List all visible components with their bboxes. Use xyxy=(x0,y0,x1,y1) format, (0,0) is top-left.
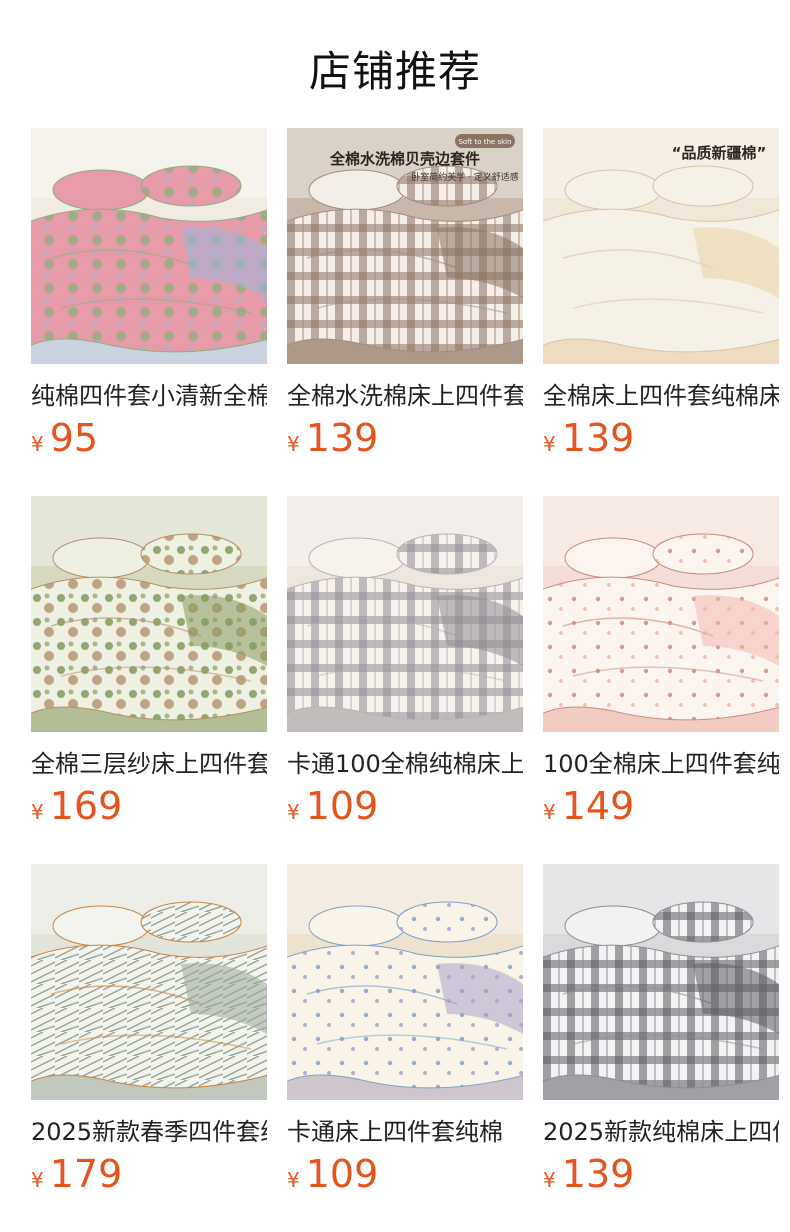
bedding-photo xyxy=(31,128,267,364)
product-image[interactable] xyxy=(31,864,267,1100)
product-price: 139 xyxy=(561,1152,635,1196)
product-price: 179 xyxy=(49,1152,123,1196)
product-card[interactable]: 全棉水洗棉贝壳边套件卧室简约美学 · 定义舒适感 Soft to the skin… xyxy=(287,128,523,468)
product-name[interactable]: 2025新款纯棉床上四件 xyxy=(543,1114,779,1150)
product-card[interactable]: “品质新疆棉” 全棉床上四件套纯棉床 ¥139 xyxy=(543,128,779,468)
product-name[interactable]: 100全棉床上四件套纯 xyxy=(543,746,779,782)
currency-symbol: ¥ xyxy=(287,432,300,456)
image-tag-text: Soft to the skin xyxy=(458,138,511,146)
image-banner-text: 全棉水洗棉贝壳边套件 xyxy=(329,150,480,168)
price-row: ¥139 xyxy=(287,414,378,462)
product-card[interactable]: 卡通100全棉纯棉床上 ¥109 xyxy=(287,496,523,836)
product-card[interactable]: 卡通床上四件套纯棉 ¥109 xyxy=(287,864,523,1204)
product-price: 169 xyxy=(49,784,123,828)
bedding-photo xyxy=(31,496,267,732)
price-row: ¥95 xyxy=(31,414,98,462)
product-grid: 纯棉四件套小清新全棉 ¥95 全棉水洗棉贝壳边套件卧室简约美学 · 定义舒适感 S… xyxy=(0,0,790,1232)
product-image[interactable] xyxy=(543,864,779,1100)
product-card[interactable]: 100全棉床上四件套纯 ¥149 xyxy=(543,496,779,836)
product-price: 109 xyxy=(305,1152,379,1196)
product-card[interactable]: 纯棉四件套小清新全棉 ¥95 xyxy=(31,128,267,468)
bedding-photo: 全棉水洗棉贝壳边套件卧室简约美学 · 定义舒适感 Soft to the skin xyxy=(287,128,523,364)
price-row: ¥109 xyxy=(287,782,378,830)
product-image[interactable] xyxy=(287,864,523,1100)
product-card[interactable]: 全棉三层纱床上四件套 ¥169 xyxy=(31,496,267,836)
bedding-photo xyxy=(31,864,267,1100)
product-image[interactable] xyxy=(31,128,267,364)
price-row: ¥139 xyxy=(543,1150,634,1198)
product-card[interactable]: 2025新款春季四件套纯 ¥179 xyxy=(31,864,267,1204)
price-row: ¥109 xyxy=(287,1150,378,1198)
product-card[interactable]: 2025新款纯棉床上四件 ¥139 xyxy=(543,864,779,1204)
product-name[interactable]: 卡通100全棉纯棉床上 xyxy=(287,746,523,782)
currency-symbol: ¥ xyxy=(31,1168,44,1192)
currency-symbol: ¥ xyxy=(31,800,44,824)
product-image[interactable] xyxy=(543,496,779,732)
product-name[interactable]: 纯棉四件套小清新全棉 xyxy=(31,378,267,414)
image-quote-text: “品质新疆棉” xyxy=(672,144,767,162)
bedding-photo xyxy=(543,864,779,1100)
currency-symbol: ¥ xyxy=(287,1168,300,1192)
price-row: ¥149 xyxy=(543,782,634,830)
bedding-photo xyxy=(543,496,779,732)
product-image[interactable]: 全棉水洗棉贝壳边套件卧室简约美学 · 定义舒适感 Soft to the skin xyxy=(287,128,523,364)
product-name[interactable]: 卡通床上四件套纯棉 xyxy=(287,1114,523,1150)
currency-symbol: ¥ xyxy=(543,1168,556,1192)
price-row: ¥139 xyxy=(543,414,634,462)
price-row: ¥169 xyxy=(31,782,122,830)
image-banner-subtext: 卧室简约美学 · 定义舒适感 xyxy=(411,171,519,183)
currency-symbol: ¥ xyxy=(543,432,556,456)
product-image[interactable] xyxy=(31,496,267,732)
product-price: 139 xyxy=(561,416,635,460)
currency-symbol: ¥ xyxy=(543,800,556,824)
product-price: 109 xyxy=(305,784,379,828)
product-name[interactable]: 全棉床上四件套纯棉床 xyxy=(543,378,779,414)
product-price: 95 xyxy=(49,416,99,460)
product-price: 149 xyxy=(561,784,635,828)
product-price: 139 xyxy=(305,416,379,460)
price-row: ¥179 xyxy=(31,1150,122,1198)
bedding-photo: “品质新疆棉” xyxy=(543,128,779,364)
currency-symbol: ¥ xyxy=(287,800,300,824)
product-image[interactable] xyxy=(287,496,523,732)
bedding-photo xyxy=(287,864,523,1100)
product-image[interactable]: “品质新疆棉” xyxy=(543,128,779,364)
product-name[interactable]: 全棉水洗棉床上四件套 xyxy=(287,378,523,414)
bedding-photo xyxy=(287,496,523,732)
product-name[interactable]: 全棉三层纱床上四件套 xyxy=(31,746,267,782)
product-name[interactable]: 2025新款春季四件套纯 xyxy=(31,1114,267,1150)
currency-symbol: ¥ xyxy=(31,432,44,456)
